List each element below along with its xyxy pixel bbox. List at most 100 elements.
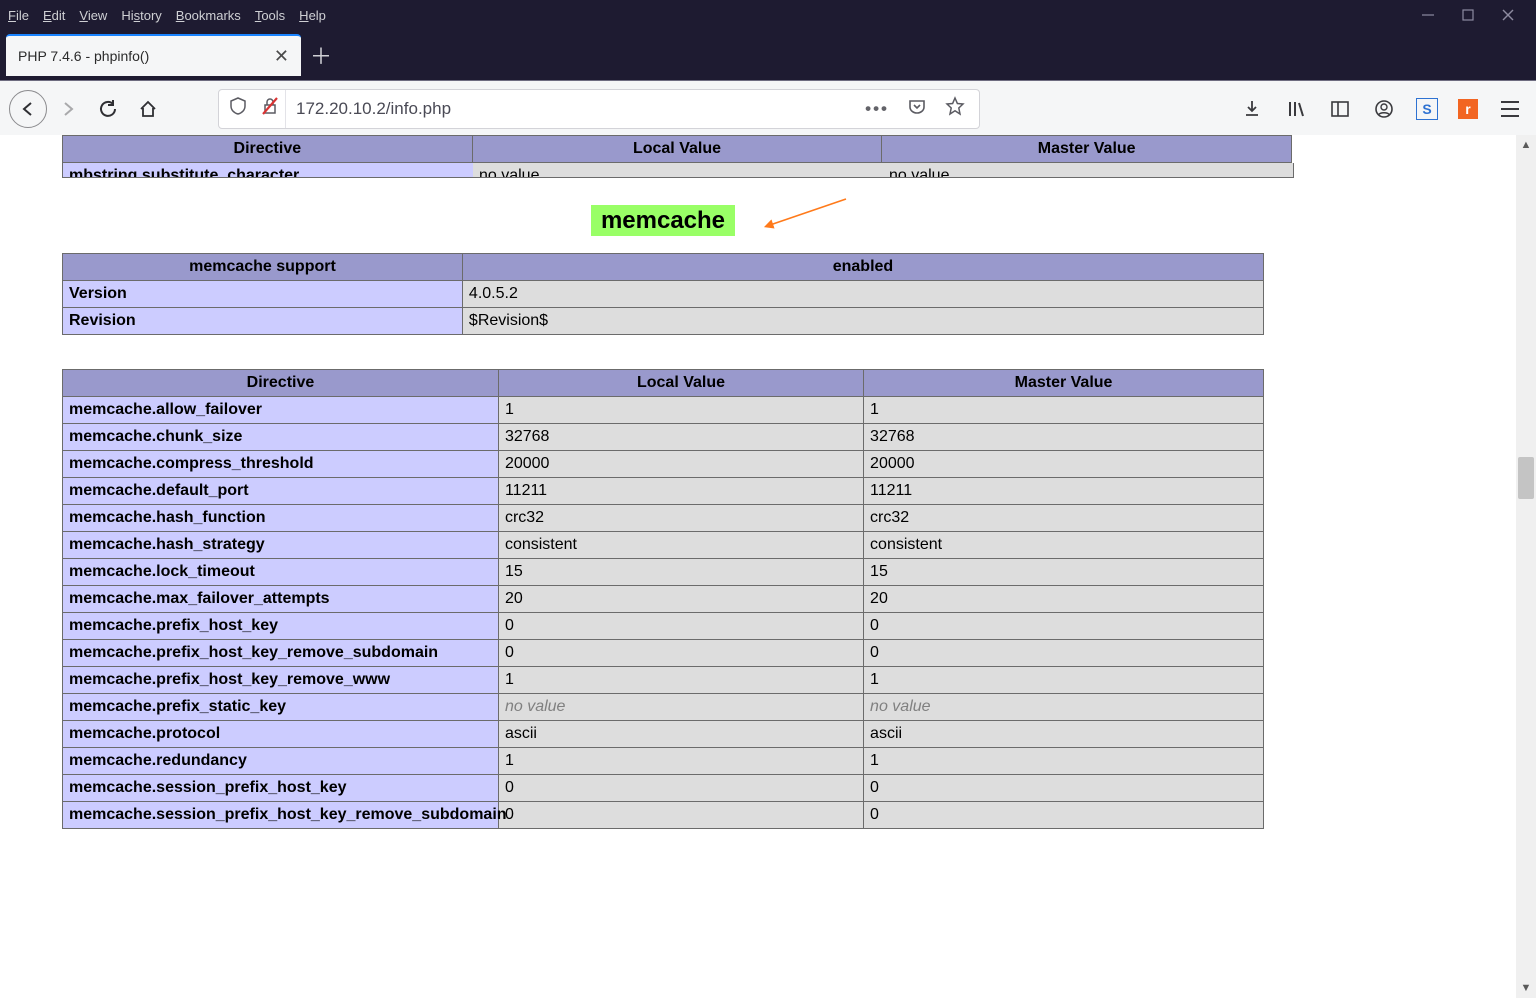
- cell-master: 20000: [864, 451, 1264, 478]
- page-actions-icon[interactable]: •••: [865, 99, 889, 119]
- table-row: memcache.compress_threshold2000020000: [63, 451, 1264, 478]
- bookmark-star-icon[interactable]: [945, 96, 965, 121]
- cell-val: $Revision$: [462, 308, 1263, 335]
- extension-s-icon[interactable]: S: [1416, 98, 1438, 120]
- cell-master: 11211: [864, 478, 1264, 505]
- table-row: memcache.prefix_static_keyno valueno val…: [63, 694, 1264, 721]
- menu-view[interactable]: View: [79, 8, 107, 23]
- table-row: memcache.session_prefix_host_key00: [63, 775, 1264, 802]
- cell-local: 15: [498, 559, 863, 586]
- col-directive: Directive: [63, 370, 499, 397]
- cell-directive: memcache.session_prefix_host_key: [63, 775, 499, 802]
- home-button[interactable]: [128, 89, 168, 129]
- insecure-lock-icon[interactable]: [261, 96, 279, 121]
- window-maximize-icon[interactable]: [1462, 9, 1474, 21]
- table-row: memcache.protocolasciiascii: [63, 721, 1264, 748]
- downloads-icon[interactable]: [1240, 97, 1264, 121]
- cell-directive: memcache.redundancy: [63, 748, 499, 775]
- table-row: Revision$Revision$: [63, 308, 1264, 335]
- menu-bookmarks[interactable]: Bookmarks: [176, 8, 241, 23]
- scroll-down-icon[interactable]: ▼: [1516, 978, 1536, 998]
- cell-directive: memcache.protocol: [63, 721, 499, 748]
- table-row: memcache.hash_strategyconsistentconsiste…: [63, 532, 1264, 559]
- menubar: File Edit View History Bookmarks Tools H…: [0, 0, 1536, 30]
- cell-master: 1: [864, 397, 1264, 424]
- directives-table: Directive Local Value Master Value memca…: [62, 369, 1264, 829]
- clipped-prev-row: mbstring.substitute_character no value n…: [62, 163, 1294, 178]
- table-row: memcache.max_failover_attempts2020: [63, 586, 1264, 613]
- table-row: memcache.prefix_host_key00: [63, 613, 1264, 640]
- cell-local: 1: [498, 748, 863, 775]
- table-row: Version4.0.5.2: [63, 281, 1264, 308]
- window-minimize-icon[interactable]: [1422, 9, 1434, 21]
- support-table: memcache support enabled Version4.0.5.2R…: [62, 253, 1264, 335]
- cell-master: consistent: [864, 532, 1264, 559]
- url-text: 172.20.10.2/info.php: [286, 99, 451, 119]
- sticky-header: Directive Local Value Master Value: [62, 135, 1292, 163]
- vertical-scrollbar[interactable]: ▲ ▼: [1516, 135, 1536, 998]
- account-icon[interactable]: [1372, 97, 1396, 121]
- section-title-highlight: memcache: [591, 205, 735, 236]
- extension-r-icon[interactable]: r: [1458, 99, 1478, 119]
- table-header-row: Directive Local Value Master Value: [63, 136, 1292, 163]
- pocket-icon[interactable]: [907, 96, 927, 121]
- scrollbar-thumb[interactable]: [1518, 457, 1534, 499]
- cell-master: 0: [864, 775, 1264, 802]
- scroll-up-icon[interactable]: ▲: [1516, 135, 1536, 155]
- menu-history[interactable]: History: [121, 8, 161, 23]
- forward-button[interactable]: [48, 89, 88, 129]
- table-row: memcache.allow_failover11: [63, 397, 1264, 424]
- cell-master: 32768: [864, 424, 1264, 451]
- table-row: memcache.default_port1121111211: [63, 478, 1264, 505]
- cell-local: 0: [498, 640, 863, 667]
- cell-directive: memcache.lock_timeout: [63, 559, 499, 586]
- cell-directive: memcache.prefix_static_key: [63, 694, 499, 721]
- menu-file[interactable]: File: [8, 8, 29, 23]
- cell-directive: memcache.max_failover_attempts: [63, 586, 499, 613]
- new-tab-button[interactable]: ＋: [301, 34, 341, 76]
- cell-master: 1: [864, 667, 1264, 694]
- table-row: memcache.lock_timeout1515: [63, 559, 1264, 586]
- col-directive: Directive: [63, 136, 473, 163]
- col-local: Local Value: [472, 136, 882, 163]
- menu-tools[interactable]: Tools: [255, 8, 285, 23]
- url-bar[interactable]: 172.20.10.2/info.php •••: [218, 89, 980, 129]
- cell-local: 1: [498, 397, 863, 424]
- reload-button[interactable]: [88, 89, 128, 129]
- col-local: Local Value: [498, 370, 863, 397]
- menu-help[interactable]: Help: [299, 8, 326, 23]
- cell-master: 20: [864, 586, 1264, 613]
- app-menu-button[interactable]: [1498, 97, 1522, 121]
- col-master: Master Value: [864, 370, 1264, 397]
- col-master: Master Value: [882, 136, 1292, 163]
- tab-strip: PHP 7.4.6 - phpinfo() ✕ ＋: [0, 30, 1536, 81]
- browser-tab[interactable]: PHP 7.4.6 - phpinfo() ✕: [6, 34, 301, 76]
- cell-directive: memcache.default_port: [63, 478, 499, 505]
- table-row: memcache.prefix_host_key_remove_www11: [63, 667, 1264, 694]
- tracking-shield-icon[interactable]: [229, 96, 247, 121]
- cell-master: 0: [864, 640, 1264, 667]
- cell-directive: memcache.hash_strategy: [63, 532, 499, 559]
- page-content: Directive Local Value Master Value mbstr…: [0, 135, 1536, 998]
- cell-directive: memcache.compress_threshold: [63, 451, 499, 478]
- cell-directive: memcache.prefix_host_key_remove_subdomai…: [63, 640, 499, 667]
- window-close-icon[interactable]: [1502, 9, 1514, 21]
- table-row: memcache.session_prefix_host_key_remove_…: [63, 802, 1264, 829]
- clipped-local: no value: [473, 163, 883, 178]
- back-button[interactable]: [8, 89, 48, 129]
- library-icon[interactable]: [1284, 97, 1308, 121]
- clipped-directive: mbstring.substitute_character: [63, 163, 473, 178]
- menu-edit[interactable]: Edit: [43, 8, 65, 23]
- sidebar-icon[interactable]: [1328, 97, 1352, 121]
- cell-directive: memcache.hash_function: [63, 505, 499, 532]
- cell-local: 0: [498, 775, 863, 802]
- cell-master: crc32: [864, 505, 1264, 532]
- table-header-row: memcache support enabled: [63, 254, 1264, 281]
- tab-close-icon[interactable]: ✕: [274, 46, 289, 67]
- cell-local: no value: [498, 694, 863, 721]
- cell-directive: memcache.prefix_host_key: [63, 613, 499, 640]
- cell-key: Revision: [63, 308, 463, 335]
- cell-local: 32768: [498, 424, 863, 451]
- cell-directive: memcache.prefix_host_key_remove_www: [63, 667, 499, 694]
- cell-local: ascii: [498, 721, 863, 748]
